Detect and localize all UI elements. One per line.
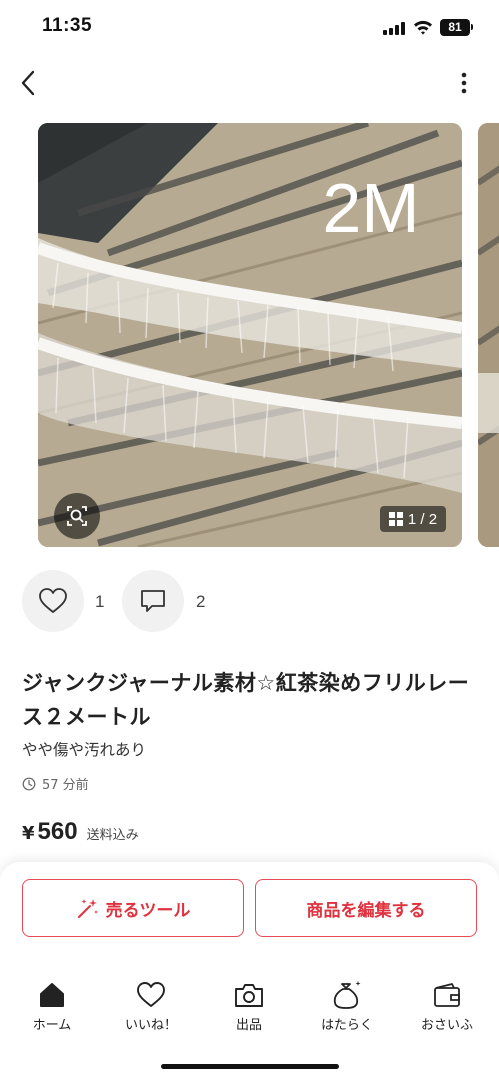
tab-work-label: はたらく: [321, 1018, 373, 1033]
posted-time-text: 57 分前: [42, 778, 89, 793]
sell-tool-button[interactable]: 売るツール: [22, 879, 244, 937]
image-search-icon: [67, 506, 87, 526]
edit-item-button[interactable]: 商品を編集する: [255, 879, 477, 937]
back-button[interactable]: [14, 68, 44, 98]
tab-wallet-label: おさいふ: [420, 1018, 473, 1033]
status-bar: 11:35 81: [0, 0, 499, 54]
edit-item-label: 商品を編集する: [306, 900, 426, 921]
next-photo-illustration: [478, 123, 499, 547]
tab-sell-label: 出品: [235, 1018, 262, 1033]
battery-cap: [471, 24, 473, 30]
home-icon: [40, 983, 64, 1007]
tab-wallet[interactable]: おさいふ: [407, 980, 487, 1033]
comment-icon: [141, 590, 165, 612]
signal-icon: [383, 22, 405, 35]
shipping-note: 送料込み: [86, 828, 139, 843]
wifi-icon: [414, 20, 432, 35]
tab-likes-label: いいね！: [124, 1018, 177, 1033]
tab-sell[interactable]: 出品: [209, 980, 289, 1033]
price-value: 560: [37, 818, 78, 845]
photo-overlay-text: 2M: [322, 169, 420, 247]
tab-likes[interactable]: いいね！: [111, 980, 191, 1033]
battery-icon: 81: [440, 19, 470, 36]
like-button[interactable]: [22, 570, 84, 632]
heart-icon: [137, 982, 165, 1007]
tab-home-label: ホーム: [32, 1018, 72, 1033]
price: ¥ 560 送料込み: [22, 818, 139, 846]
tab-home[interactable]: ホーム: [12, 980, 92, 1033]
comment-button[interactable]: [122, 570, 184, 632]
sell-tool-label: 売るツール: [105, 900, 191, 921]
magic-wand-icon: [77, 899, 98, 918]
like-count: 1: [95, 592, 105, 611]
listing-title: ジャンクジャーナル素材☆紅茶染めフリルレース２メートル: [22, 671, 470, 729]
status-time: 11:35: [42, 15, 93, 36]
heart-icon: [39, 588, 67, 613]
wallet-icon: [434, 983, 460, 1007]
product-photo[interactable]: 2M 1 / 2: [38, 123, 462, 547]
money-bag-icon: [333, 981, 361, 1009]
photo-counter-text: 1 / 2: [407, 510, 438, 528]
item-condition: やや傷や汚れあり: [22, 741, 147, 759]
grid-icon: [388, 512, 403, 526]
home-indicator: [161, 1064, 339, 1069]
next-photo-preview[interactable]: [478, 123, 499, 547]
camera-icon: [235, 984, 263, 1007]
tab-work[interactable]: はたらく: [307, 980, 387, 1033]
clock-icon: [22, 777, 36, 790]
comment-count: 2: [196, 592, 206, 611]
zoom-button[interactable]: [54, 493, 100, 539]
photo-counter: 1 / 2: [380, 506, 446, 532]
more-options-icon[interactable]: [452, 68, 476, 98]
tab-bar: ホーム いいね！ 出品 はたらく おさいふ: [0, 980, 499, 1050]
posted-time: 57 分前: [22, 774, 89, 793]
price-currency: ¥: [22, 823, 35, 844]
